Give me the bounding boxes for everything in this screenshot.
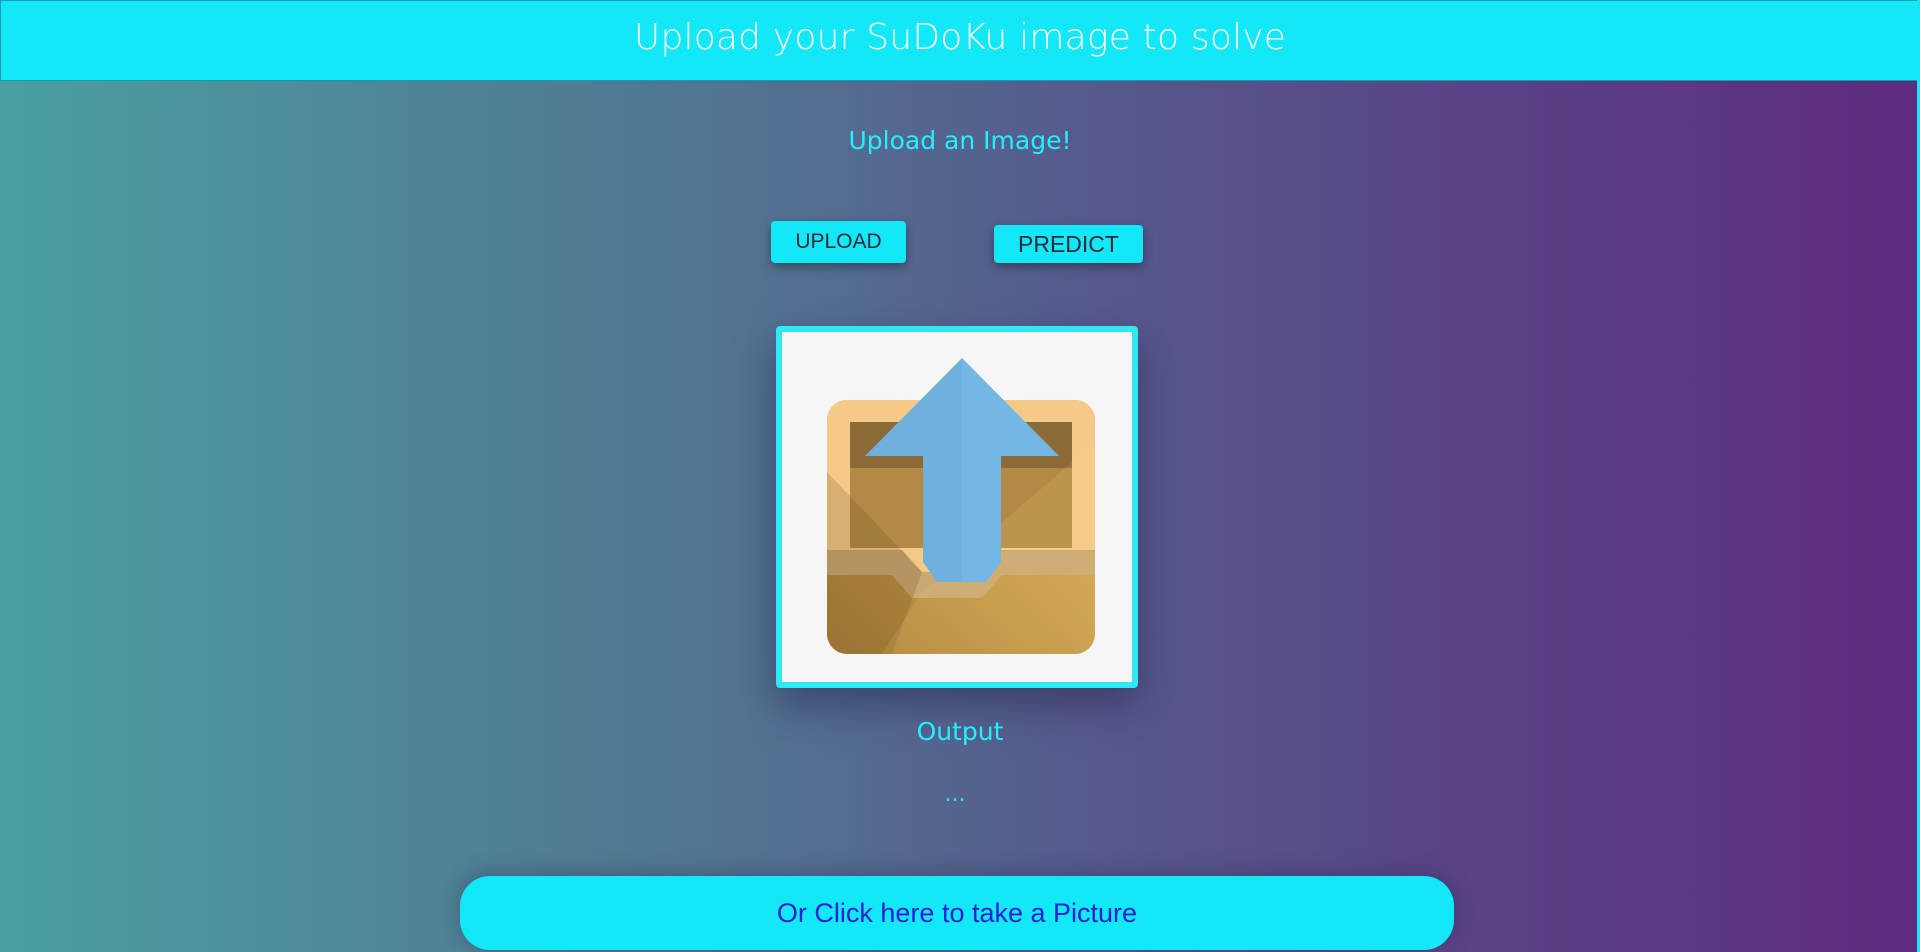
take-picture-button[interactable]: Or Click here to take a Picture bbox=[460, 876, 1454, 950]
take-picture-label: Or Click here to take a Picture bbox=[776, 897, 1138, 928]
upload-box-icon bbox=[827, 358, 1095, 654]
output-label: Output bbox=[916, 717, 1004, 746]
page-title: Upload your SuDoKu image to solve bbox=[633, 17, 1287, 58]
upload-button[interactable]: UPLOAD bbox=[771, 221, 906, 263]
upload-instruction: Upload an Image! bbox=[848, 126, 1072, 155]
output-value: ... bbox=[944, 782, 966, 807]
image-preview[interactable] bbox=[776, 326, 1138, 688]
predict-button[interactable]: PREDICT bbox=[994, 225, 1143, 263]
header-bar: Upload your SuDoKu image to solve bbox=[0, 0, 1920, 81]
